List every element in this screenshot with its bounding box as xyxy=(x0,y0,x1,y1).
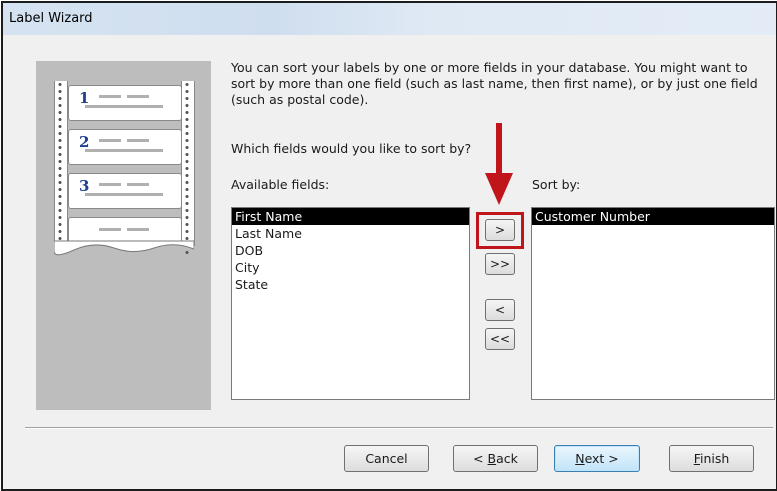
annotation-arrow-shaft xyxy=(496,123,502,175)
back-button[interactable]: < Back xyxy=(453,445,538,472)
sort-by-list[interactable]: Customer Number xyxy=(531,207,775,400)
annotation-arrow-head xyxy=(485,173,513,205)
title-bar: Label Wizard xyxy=(3,3,776,35)
remove-field-button[interactable]: < xyxy=(485,299,515,321)
window-title: Label Wizard xyxy=(9,11,93,26)
instructions-text: You can sort your labels by one or more … xyxy=(231,60,758,107)
label-sheet-graphic: 1 2 3 xyxy=(54,81,195,256)
next-button[interactable]: Next > xyxy=(554,445,640,472)
label-wizard-window: Label Wizard 1 2 3 You can sort your lab… xyxy=(1,1,777,491)
list-item[interactable]: DOB xyxy=(232,242,469,259)
torn-edge xyxy=(54,240,194,256)
sample-label-3: 3 xyxy=(68,173,182,209)
list-item[interactable]: State xyxy=(232,276,469,293)
sample-label-1: 1 xyxy=(68,85,182,121)
available-fields-list[interactable]: First Name Last Name DOB City State xyxy=(231,207,470,400)
add-field-button[interactable]: > xyxy=(485,219,515,241)
tractor-holes-right xyxy=(183,81,191,256)
wizard-panel: 1 2 3 You can sort your labels by one or… xyxy=(3,35,776,489)
footer-separator xyxy=(25,427,773,429)
finish-button[interactable]: Finish xyxy=(669,445,754,472)
tractor-holes-left xyxy=(56,81,64,256)
list-item[interactable]: First Name xyxy=(232,208,469,225)
remove-all-fields-button[interactable]: << xyxy=(485,328,515,350)
sort-by-label: Sort by: xyxy=(532,177,581,192)
sort-question: Which fields would you like to sort by? xyxy=(231,141,472,156)
list-item[interactable]: City xyxy=(232,259,469,276)
list-item[interactable]: Customer Number xyxy=(532,208,774,225)
sample-label-2: 2 xyxy=(68,129,182,165)
cancel-button[interactable]: Cancel xyxy=(344,445,429,472)
add-all-fields-button[interactable]: >> xyxy=(485,253,515,275)
list-item[interactable]: Last Name xyxy=(232,225,469,242)
label-sheet-illustration: 1 2 3 xyxy=(36,61,211,410)
available-fields-label: Available fields: xyxy=(231,177,330,192)
